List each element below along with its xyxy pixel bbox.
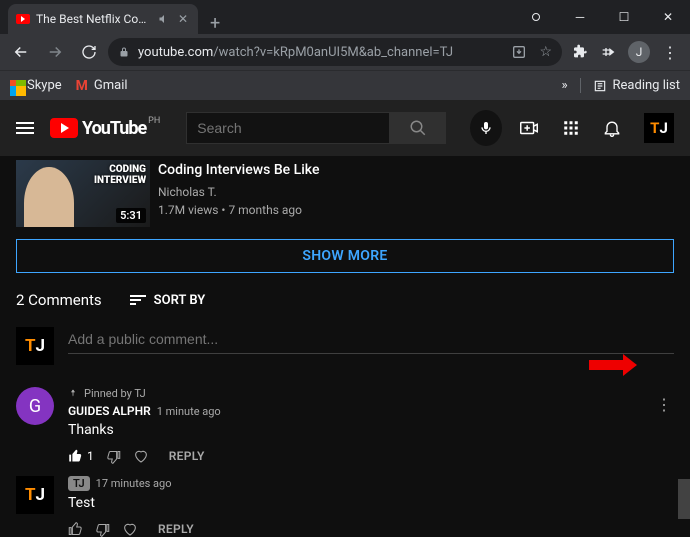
like-button[interactable] [68,522,83,537]
commenter-avatar[interactable]: TJ [16,476,54,514]
related-video[interactable]: CODINGINTERVIEW 5:31 Coding Interviews B… [16,156,674,235]
extensions-icon[interactable] [572,44,588,60]
lock-icon [118,46,130,58]
gmail-icon: M [76,78,88,94]
bookmarks-bar: Skype M Gmail » Reading list [0,70,690,100]
pinned-label: Pinned by TJ [68,387,640,400]
account-indicator-icon[interactable] [514,2,558,32]
search-button[interactable] [390,112,446,144]
comment-item: TJ TJ 17 minutes ago Test REPLY [16,476,674,537]
self-avatar: TJ [16,327,54,365]
notifications-icon[interactable] [602,118,622,138]
dislike-button[interactable] [106,449,121,464]
reading-list-button[interactable]: Reading list [580,78,680,93]
duration-badge: 5:31 [116,208,146,223]
comments-header: 2 Comments SORT BY [16,291,674,309]
add-comment-input[interactable] [68,327,674,354]
window-maximize-button[interactable]: ☐ [602,2,646,32]
youtube-favicon-icon [16,14,30,24]
search-box [186,112,446,144]
add-comment-row: TJ [16,327,674,365]
country-code: PH [148,116,160,126]
show-more-button[interactable]: SHOW MORE [16,239,674,273]
comment-author[interactable]: TJ [68,476,90,491]
bookmark-gmail[interactable]: M Gmail [76,78,128,94]
comment-menu-button[interactable]: ⋮ [654,395,674,414]
address-bar[interactable]: youtube.com/watch?v=kRpM0anUI5M&ab_chann… [108,38,562,66]
video-thumbnail[interactable]: CODINGINTERVIEW 5:31 [16,160,150,227]
voice-search-button[interactable] [470,110,502,146]
bookmarks-overflow-icon[interactable]: » [561,78,567,93]
apps-grid-icon[interactable] [562,119,580,137]
comment-text: Thanks [68,422,640,438]
window-minimize-button[interactable]: ─ [558,2,602,32]
sort-icon [130,295,146,305]
comment-text: Test [68,495,674,511]
comments-count: 2 Comments [16,291,102,309]
tab-title: The Best Netflix Comedies of [36,12,148,26]
window-titlebar: The Best Netflix Comedies of ✕ + ─ ☐ ✕ [0,0,690,34]
related-channel[interactable]: Nicholas T. [158,183,319,201]
tab-close-icon[interactable]: ✕ [176,12,190,26]
chrome-menu-icon[interactable]: ⋮ [662,43,678,62]
media-control-icon[interactable] [600,44,616,60]
tab-mute-icon[interactable] [154,13,170,25]
pin-icon [68,389,78,399]
new-tab-button[interactable]: + [198,13,232,34]
youtube-play-icon [50,118,78,138]
comment-author[interactable]: GUIDES ALPHR [68,404,151,418]
comment-time[interactable]: 17 minutes ago [96,477,172,490]
guide-menu-button[interactable] [16,119,34,137]
browser-toolbar: youtube.com/watch?v=kRpM0anUI5M&ab_chann… [0,34,690,70]
bookmark-skype[interactable]: Skype [10,78,62,93]
like-button[interactable]: 1 [68,449,94,464]
youtube-masthead: YouTube PH TJ [0,100,690,156]
bookmark-star-icon[interactable]: ☆ [539,44,552,60]
microsoft-icon [10,80,21,91]
nav-forward-button[interactable] [40,38,70,66]
reply-button[interactable]: REPLY [158,522,194,536]
profile-avatar[interactable]: J [628,41,650,63]
nav-reload-button[interactable] [74,38,104,66]
sort-by-button[interactable]: SORT BY [130,293,206,308]
heart-button[interactable] [133,448,149,464]
url-text: youtube.com/watch?v=kRpM0anUI5M&ab_chann… [138,45,453,60]
search-input[interactable] [186,112,390,144]
account-avatar[interactable]: TJ [644,113,674,143]
youtube-wordmark: YouTube [82,118,146,139]
dislike-button[interactable] [95,522,110,537]
window-close-button[interactable]: ✕ [646,2,690,32]
comment-item: G Pinned by TJ GUIDES ALPHR 1 minute ago… [16,387,674,464]
create-button[interactable] [518,117,540,139]
browser-tab[interactable]: The Best Netflix Comedies of ✕ [8,4,198,34]
nav-back-button[interactable] [6,38,36,66]
heart-button[interactable] [122,521,138,537]
page-content: CODINGINTERVIEW 5:31 Coding Interviews B… [0,156,690,537]
related-meta: 1.7M views • 7 months ago [158,201,319,219]
commenter-avatar[interactable]: G [16,387,54,425]
reply-button[interactable]: REPLY [169,449,205,463]
install-app-icon[interactable] [511,44,527,60]
related-title[interactable]: Coding Interviews Be Like [158,160,319,181]
scrollbar-thumb[interactable] [678,479,690,519]
comment-time[interactable]: 1 minute ago [157,405,221,418]
youtube-logo[interactable]: YouTube PH [50,118,146,139]
